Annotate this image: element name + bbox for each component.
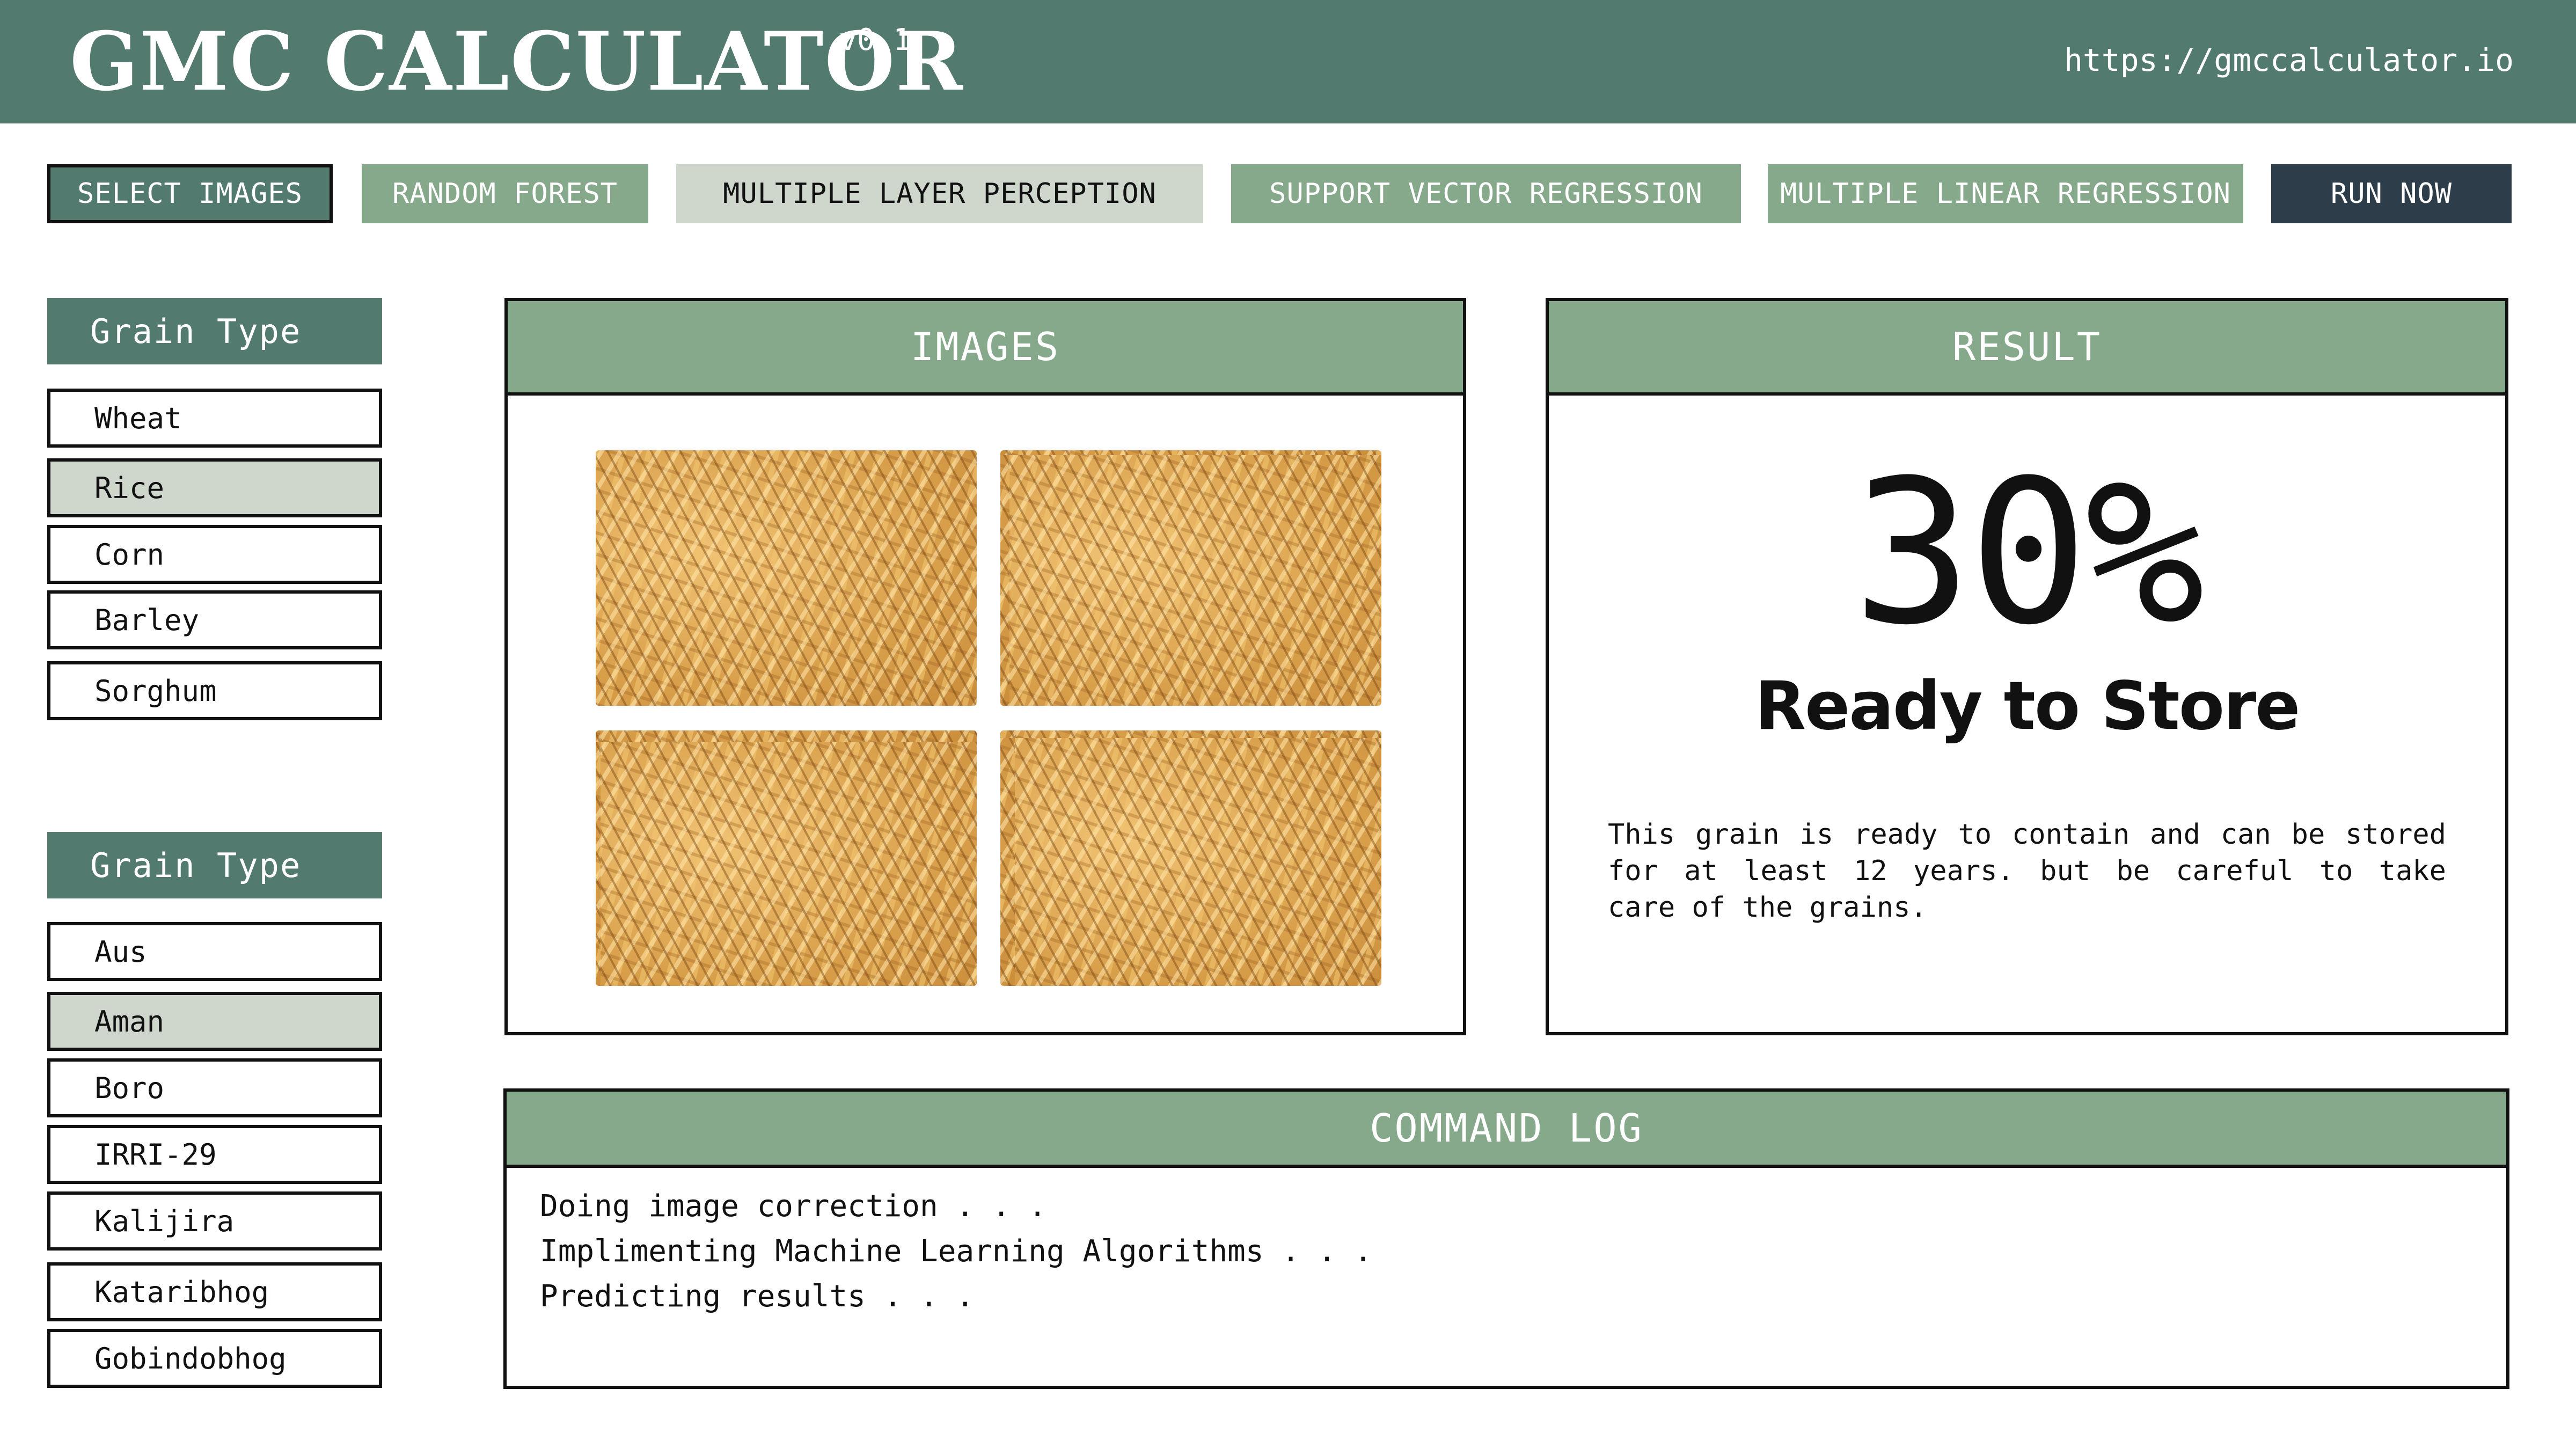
images-panel-title: IMAGES (508, 301, 1463, 396)
run-now-button[interactable]: RUN NOW (2271, 164, 2512, 223)
result-description: This grain is ready to contain and can b… (1608, 818, 2446, 924)
variety-item-kalijira[interactable]: Kalijira (47, 1191, 382, 1251)
command-log-title: COMMAND LOG (507, 1092, 2506, 1168)
app-version: v0.1 (839, 23, 911, 57)
app-title: GMC CALCULATOR (70, 14, 964, 109)
select-images-button[interactable]: SELECT IMAGES (47, 164, 333, 223)
variety-item-aus[interactable]: Aus (47, 922, 382, 981)
variety-item-boro[interactable]: Boro (47, 1058, 382, 1117)
images-panel: IMAGES (504, 298, 1466, 1035)
variety-item-gobindobhog[interactable]: Gobindobhog (47, 1329, 382, 1388)
grain-image-1[interactable] (596, 450, 977, 706)
result-panel-title: RESULT (1549, 301, 2505, 396)
log-line: Implimenting Machine Learning Algorithms… (540, 1234, 1372, 1269)
grain-type-item-rice[interactable]: Rice (47, 458, 382, 517)
variety-item-kataribhog[interactable]: Kataribhog (47, 1262, 382, 1321)
moisture-result-value: 30% (1852, 438, 2205, 669)
svr-button[interactable]: SUPPORT VECTOR REGRESSION (1231, 164, 1741, 223)
command-log-lines: Doing image correction . . . Implimentin… (540, 1184, 2474, 1319)
log-line: Doing image correction . . . (540, 1189, 1047, 1224)
mlr-button[interactable]: MULTIPLE LINEAR REGRESSION (1768, 164, 2243, 223)
log-line: Predicting results . . . (540, 1279, 975, 1314)
random-forest-button[interactable]: RANDOM FOREST (362, 164, 648, 223)
variety-item-aman[interactable]: Aman (47, 992, 382, 1051)
grain-type-item-barley[interactable]: Barley (47, 590, 382, 649)
variety-header: Grain Type (47, 832, 382, 898)
app-header: GMC CALCULATOR v0.1 https://gmccalculato… (0, 0, 2576, 123)
variety-item-irri-29[interactable]: IRRI-29 (47, 1125, 382, 1184)
mlp-button[interactable]: MULTIPLE LAYER PERCEPTION (676, 164, 1203, 223)
grain-image-3[interactable] (596, 730, 977, 986)
grain-type-item-sorghum[interactable]: Sorghum (47, 661, 382, 720)
grain-image-2[interactable] (1000, 450, 1381, 706)
grain-type-item-corn[interactable]: Corn (47, 525, 382, 584)
grain-type-item-wheat[interactable]: Wheat (47, 389, 382, 448)
command-log-panel: COMMAND LOG Doing image correction . . .… (503, 1088, 2509, 1389)
grain-image-4[interactable] (1000, 730, 1381, 986)
grain-type-header: Grain Type (47, 298, 382, 364)
app-url-link[interactable]: https://gmccalculator.io (2064, 39, 2514, 82)
result-panel: RESULT 30% Ready to Store This grain is … (1546, 298, 2508, 1035)
storage-status: Ready to Store (1754, 668, 2301, 745)
